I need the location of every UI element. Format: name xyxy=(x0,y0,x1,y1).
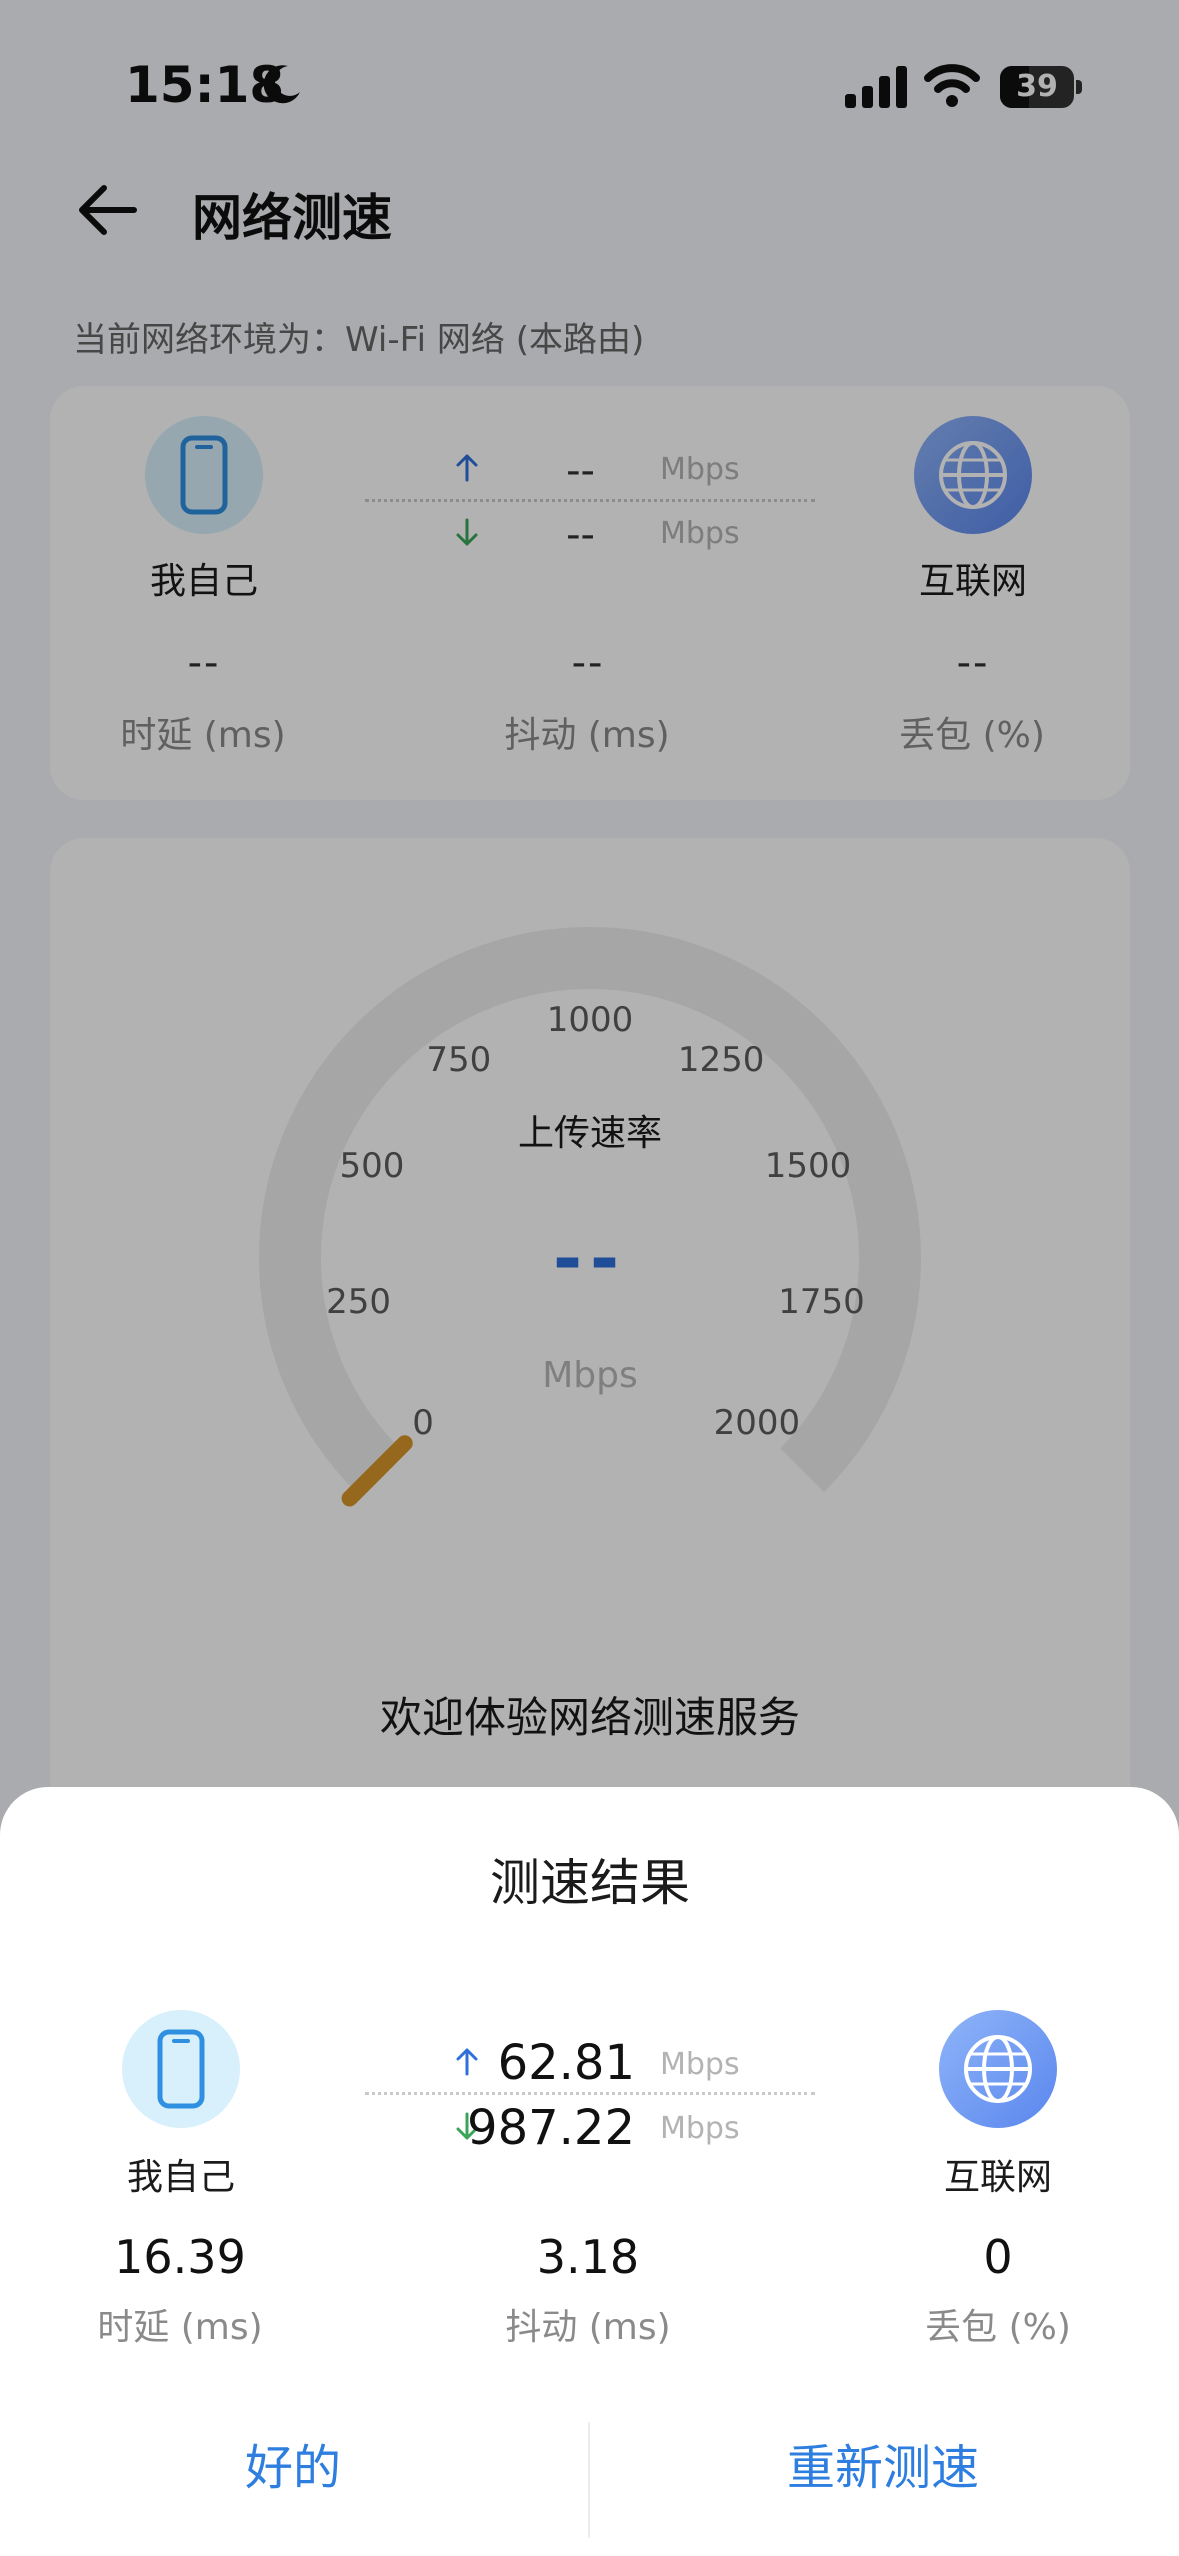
loss-value: 0 xyxy=(983,2230,1013,2284)
internet-node-label: 互联网 xyxy=(943,2157,1052,2198)
globe-icon xyxy=(939,2010,1057,2128)
divider xyxy=(365,2092,815,2095)
ok-button[interactable]: 好的 xyxy=(93,2428,493,2498)
upload-speed-value: 62.81 xyxy=(497,2035,635,2091)
latency-label: 时延 (ms) xyxy=(97,2307,263,2348)
download-speed-value: 987.22 xyxy=(467,2100,635,2156)
phone-icon xyxy=(122,2010,240,2128)
jitter-label: 抖动 (ms) xyxy=(505,2307,671,2348)
download-unit: Mbps xyxy=(660,2111,740,2146)
jitter-value: 3.18 xyxy=(536,2230,640,2284)
upload-unit: Mbps xyxy=(660,2047,740,2082)
loss-label: 丢包 (%) xyxy=(925,2307,1071,2348)
latency-value: 16.39 xyxy=(114,2230,246,2284)
result-title: 测速结果 xyxy=(490,1854,690,1912)
self-node-label: 我自己 xyxy=(126,2157,235,2198)
button-divider xyxy=(588,2422,590,2538)
retest-button[interactable]: 重新测速 xyxy=(683,2428,1083,2498)
